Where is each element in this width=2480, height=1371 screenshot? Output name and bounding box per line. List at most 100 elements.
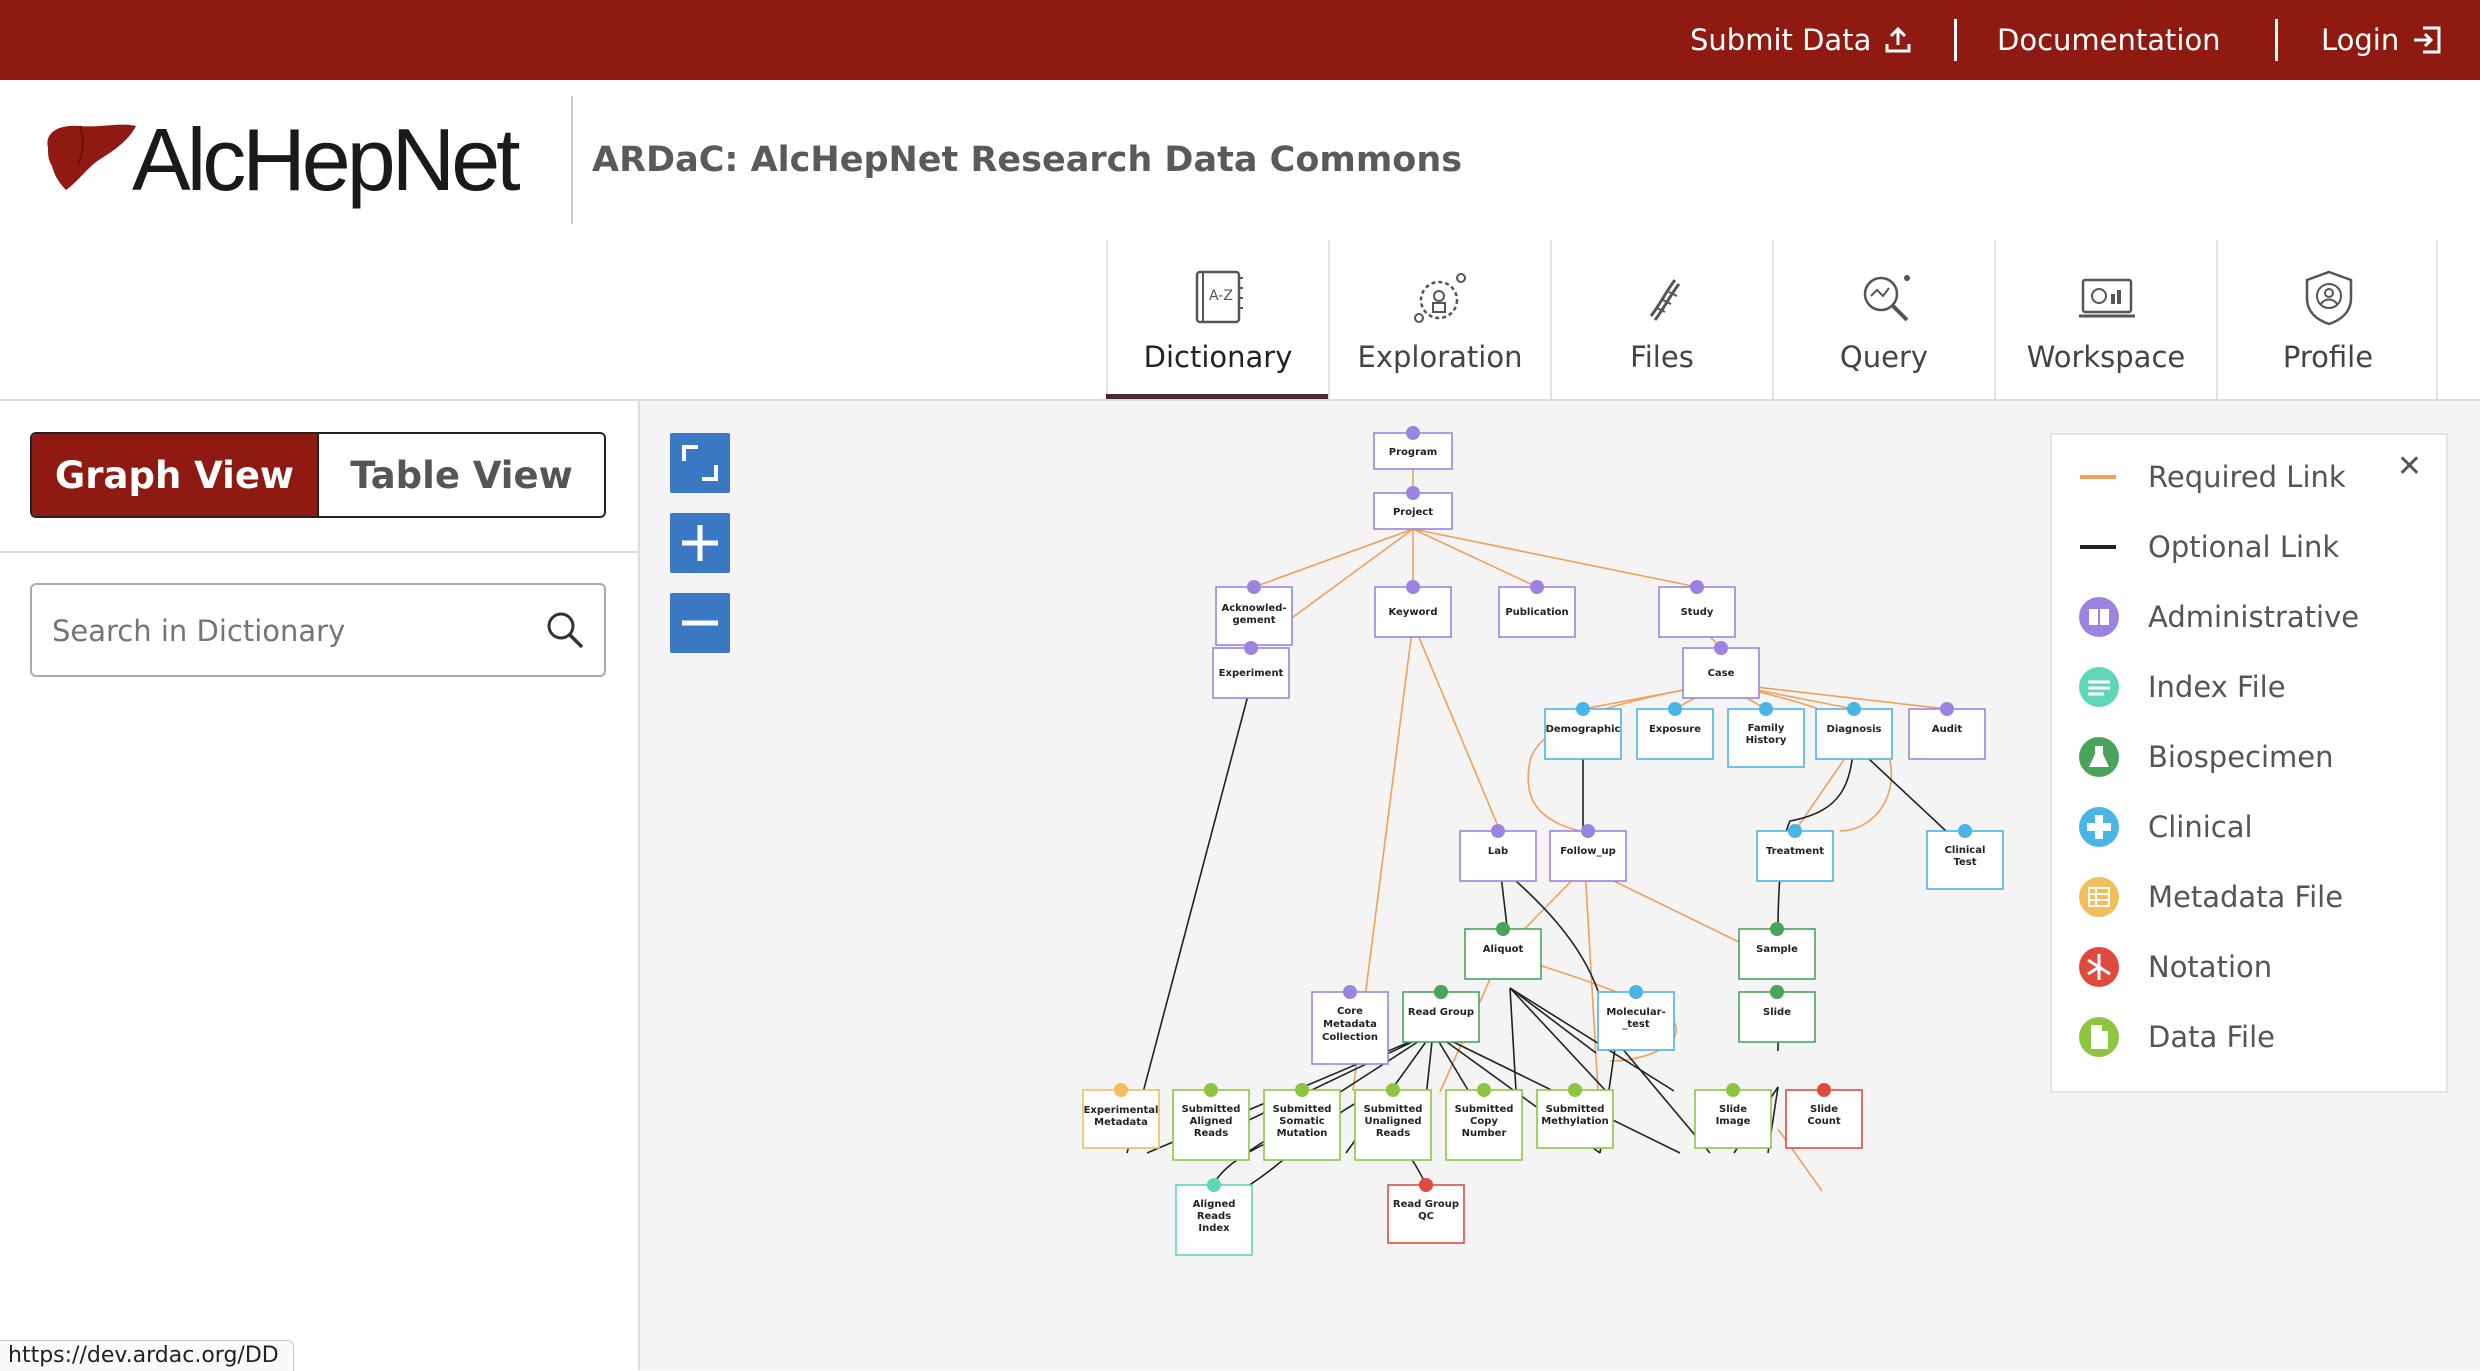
legend-item-required-link: Required Link [2078,455,2346,499]
tab-workspace[interactable]: Workspace [1994,240,2216,400]
biospecimen-icon [2079,737,2119,777]
node-experimental-metadata[interactable]: Experimental Metadata [1082,1083,1160,1149]
nodes: Program Project Acknowled- gement Keywor… [1082,426,2004,1256]
svg-text:Copy: Copy [1470,1116,1498,1127]
workspace-icon [2079,278,2135,318]
svg-text:Program: Program [1389,447,1437,458]
legend-item-index-file: Index File [2078,665,2286,709]
legend-label: Metadata File [2148,880,2344,914]
svg-text:Lab: Lab [1488,846,1508,857]
search-input[interactable] [50,607,534,655]
graph-view-button[interactable]: Graph View [32,434,317,516]
dictionary-graph[interactable]: Program Project Acknowled- gement Keywor… [640,401,2480,1370]
index-file-icon [2079,667,2119,707]
svg-text:Somatic: Somatic [1279,1116,1324,1127]
legend-item-optional-link: Optional Link [2078,525,2339,569]
node-treatment[interactable]: Treatment [1756,824,1834,882]
svg-text:Image: Image [1716,1116,1751,1127]
node-acknowledgement[interactable]: Acknowled- gement [1215,580,1293,646]
node-aligned-reads-index[interactable]: Aligned Reads Index [1175,1178,1253,1256]
svg-text:Aliquot: Aliquot [1483,944,1524,955]
tab-files[interactable]: Files [1550,240,1772,400]
legend-item-clinical: Clinical [2078,805,2253,849]
node-clinical-test[interactable]: Clinical Test [1926,824,2004,890]
notation-icon [2079,947,2119,987]
node-molecular-test[interactable]: Molecular- _test [1597,985,1675,1051]
tab-label: Profile [2282,340,2374,374]
documentation-link[interactable]: Documentation [1997,0,2221,80]
table-view-button[interactable]: Table View [317,434,604,516]
node-follow-up[interactable]: Follow_up [1549,824,1627,882]
svg-text:Mutation: Mutation [1277,1128,1328,1139]
svg-text:Experimental: Experimental [1084,1105,1159,1116]
node-diagnosis[interactable]: Diagnosis [1815,702,1893,760]
node-case[interactable]: Case [1682,641,1760,699]
svg-text:Aligned: Aligned [1190,1116,1233,1127]
legend-label: Administrative [2148,600,2360,634]
svg-text:Acknowled-: Acknowled- [1221,603,1286,614]
search-box [30,583,606,677]
svg-text:Collection: Collection [1322,1032,1378,1043]
node-core-metadata-collection[interactable]: Core Metadata Collection [1311,985,1389,1065]
tab-label: Query [1839,340,1929,374]
login-icon [2414,26,2441,54]
legend-item-metadata-file: Metadata File [2078,875,2343,919]
node-read-group-qc[interactable]: Read Group QC [1387,1178,1465,1244]
login-label: Login [2321,23,2400,57]
node-project[interactable]: Project [1373,486,1453,530]
legend-label: Data File [2148,1020,2275,1054]
tab-dictionary[interactable]: A-Z Dictionary [1106,240,1328,400]
node-family-history[interactable]: Family History [1727,702,1805,768]
node-submitted-unaligned-reads[interactable]: Submitted Unaligned Reads [1354,1083,1432,1161]
svg-text:Test: Test [1953,857,1976,868]
tab-query[interactable]: Query [1772,240,1994,400]
svg-text:Molecular-: Molecular- [1606,1007,1665,1018]
node-publication[interactable]: Publication [1498,580,1576,638]
legend-label: Notation [2148,950,2273,984]
svg-text:Read Group: Read Group [1408,1007,1474,1018]
svg-text:Treatment: Treatment [1766,846,1824,857]
node-submitted-aligned-reads[interactable]: Submitted Aligned Reads [1172,1083,1250,1161]
node-read-group[interactable]: Read Group [1402,985,1480,1043]
close-icon[interactable]: ✕ [2397,449,2422,484]
search-icon[interactable] [544,609,586,651]
node-aliquot[interactable]: Aliquot [1464,922,1542,980]
sidebar: Graph View Table View [0,401,640,1370]
svg-text:Number: Number [1462,1128,1507,1139]
node-study[interactable]: Study [1658,580,1736,638]
svg-text:Slide: Slide [1810,1104,1838,1115]
tab-label: Workspace [2026,340,2186,374]
view-toggle: Graph View Table View [30,432,606,518]
node-program[interactable]: Program [1373,426,1453,470]
login-link[interactable]: Login [2321,0,2443,80]
svg-text:Study: Study [1681,607,1714,618]
node-experiment[interactable]: Experiment [1212,641,1290,699]
tab-label: Dictionary [1143,340,1293,374]
tab-profile[interactable]: Profile [2216,240,2438,400]
node-lab[interactable]: Lab [1459,824,1537,882]
svg-text:Slide: Slide [1763,1007,1791,1018]
svg-text:Reads: Reads [1376,1128,1410,1139]
node-slide[interactable]: Slide [1738,985,1816,1043]
node-submitted-somatic-mutation[interactable]: Submitted Somatic Mutation [1263,1083,1341,1161]
svg-text:Submitted: Submitted [1182,1104,1241,1115]
submit-data-link[interactable]: Submit Data [1690,0,1913,80]
node-exposure[interactable]: Exposure [1636,702,1714,760]
svg-text:_test: _test [1622,1019,1650,1030]
svg-text:Submitted: Submitted [1546,1104,1605,1115]
logo[interactable]: AlcHepNet [40,108,560,218]
topbar-divider [2275,19,2278,61]
node-slide-count[interactable]: Slide Count [1785,1083,1863,1149]
legend-label: Clinical [2148,810,2253,844]
node-submitted-methylation[interactable]: Submitted Methylation [1536,1083,1614,1149]
main-nav: A-Z Dictionary Exploration Files Query W… [1106,240,2440,400]
node-sample[interactable]: Sample [1738,922,1816,980]
node-submitted-copy-number[interactable]: Submitted Copy Number [1445,1083,1523,1161]
node-keyword[interactable]: Keyword [1374,580,1452,638]
node-slide-image[interactable]: Slide Image [1694,1083,1772,1149]
node-demographic[interactable]: Demographic [1544,702,1622,760]
node-audit[interactable]: Audit [1908,702,1986,760]
dictionary-icon: A-Z [1195,270,1243,324]
status-bar-url: https://dev.ardac.org/DD [0,1340,294,1371]
tab-exploration[interactable]: Exploration [1328,240,1550,400]
